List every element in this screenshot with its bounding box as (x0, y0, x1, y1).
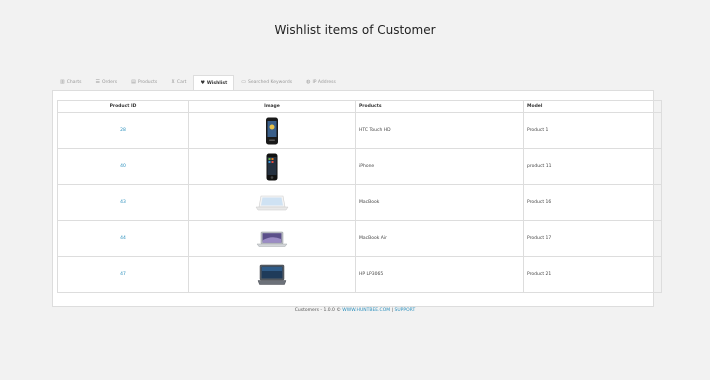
product-id-link[interactable]: 40 (57, 148, 189, 185)
heart-icon: ♥ (200, 80, 205, 86)
column-header-products: Products (355, 100, 524, 113)
wishlist-table: Product ID Image Products Model 28 HTC T… (57, 100, 662, 293)
macbook-air-image (256, 231, 288, 247)
support-link[interactable]: SUPPORT (395, 308, 416, 313)
table-row: 40 iPhone product 11 (57, 148, 662, 185)
table-row: 28 HTC Touch HD Product 1 (57, 112, 662, 149)
tab-cart[interactable]: ⊻ Cart (164, 74, 193, 90)
column-header-model: Model (523, 100, 662, 113)
page-title: Wishlist items of Customer (274, 23, 436, 37)
product-name: iPhone (355, 148, 524, 185)
tab-ip-address[interactable]: ◍ IP Address (299, 74, 343, 90)
product-model: Product 21 (523, 256, 662, 293)
column-header-product-id: Product ID (57, 100, 189, 113)
tab-orders[interactable]: ☰ Orders (88, 74, 124, 90)
tab-wishlist[interactable]: ♥ Wishlist (193, 75, 235, 91)
product-image-cell (188, 184, 356, 221)
product-model: product 11 (523, 148, 662, 185)
tab-label: IP Address (312, 80, 336, 85)
product-model: Product 17 (523, 220, 662, 257)
globe-icon: ◍ (306, 79, 311, 85)
tab-bar: ▥ Charts ☰ Orders ▤ Products ⊻ Cart ♥ Wi… (53, 74, 343, 91)
tab-searched-keywords[interactable]: ▭ Searched Keywords (234, 74, 299, 90)
table-row: 47 HP LP3065 Product 21 (57, 256, 662, 293)
table-row: 43 MacBook Product 16 (57, 184, 662, 221)
table-row: 44 MacBook Air Product 17 (57, 220, 662, 257)
keyword-icon: ▭ (241, 79, 246, 85)
tab-label: Searched Keywords (247, 80, 293, 85)
htc-phone-image (266, 117, 278, 144)
tab-label: Products (137, 80, 158, 85)
brand-link[interactable]: WWW.HUNTBEE.COM (342, 308, 390, 313)
cart-icon: ⊻ (171, 79, 175, 85)
iphone-image (266, 153, 278, 180)
product-name: HP LP3065 (355, 256, 524, 293)
tab-charts[interactable]: ▥ Charts (53, 74, 88, 90)
product-name: MacBook Air (355, 220, 524, 257)
product-name: HTC Touch HD (355, 112, 524, 149)
footer-text: Customers - 1.0.0 © (294, 308, 341, 313)
tab-label: Charts (66, 80, 82, 85)
footer-separator: | (391, 308, 394, 313)
product-name: MacBook (355, 184, 524, 221)
product-image-cell (188, 256, 356, 293)
product-model: Product 1 (523, 112, 662, 149)
tab-label: Orders (101, 80, 118, 85)
product-image-cell (188, 220, 356, 257)
product-image-cell (188, 112, 356, 149)
wishlist-panel: Product ID Image Products Model 28 HTC T… (52, 90, 662, 307)
column-header-image: Image (188, 100, 356, 113)
product-id-link[interactable]: 44 (57, 220, 189, 257)
footer: Customers - 1.0.0 © WWW.HUNTBEE.COM | SU… (0, 308, 710, 313)
product-model: Product 16 (523, 184, 662, 221)
product-image-cell (188, 148, 356, 185)
product-id-link[interactable]: 28 (57, 112, 189, 149)
hp-laptop-image (257, 264, 287, 285)
macbook-image (255, 195, 289, 210)
chart-icon: ▥ (60, 79, 65, 85)
product-id-link[interactable]: 47 (57, 256, 189, 293)
orders-icon: ☰ (95, 79, 100, 85)
tab-label: Cart (176, 80, 187, 85)
table-header-row: Product ID Image Products Model (57, 100, 662, 113)
product-id-link[interactable]: 43 (57, 184, 189, 221)
products-icon: ▤ (131, 79, 136, 85)
tab-label: Wishlist (206, 81, 228, 86)
tab-products[interactable]: ▤ Products (124, 74, 164, 90)
